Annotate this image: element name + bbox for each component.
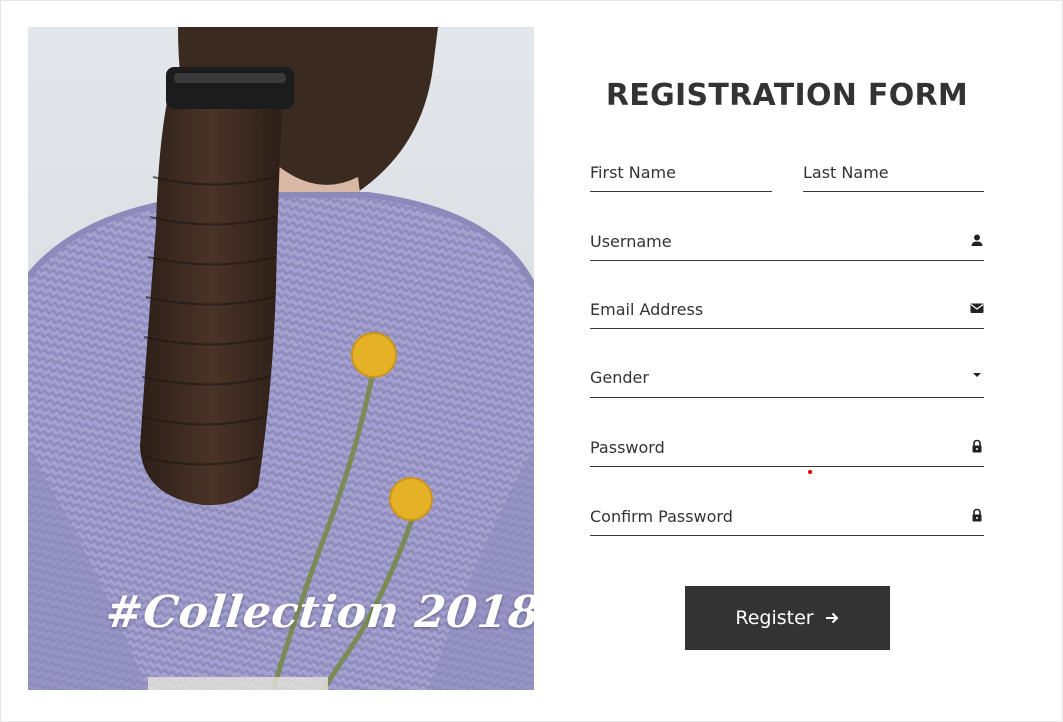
gender-select[interactable]: Gender	[590, 360, 984, 398]
last-name-input[interactable]	[803, 154, 984, 190]
lock-icon	[970, 508, 984, 522]
collection-photo: #Collection 2018	[28, 27, 534, 690]
confirm-password-field	[590, 498, 984, 536]
gender-select-value[interactable]: Gender	[590, 360, 984, 396]
caret-down-icon	[970, 368, 984, 382]
first-name-input[interactable]	[590, 154, 772, 190]
form-title: REGISTRATION FORM	[605, 78, 969, 113]
validation-dot	[808, 470, 812, 474]
user-icon	[970, 233, 984, 247]
confirm-password-input[interactable]	[590, 498, 984, 534]
password-input[interactable]	[590, 429, 984, 465]
email-field	[590, 291, 984, 329]
register-button[interactable]: Register	[685, 586, 890, 650]
page-frame: #Collection 2018 REGISTRATION FORM Gende…	[0, 0, 1063, 722]
registration-form: REGISTRATION FORM Gender	[590, 71, 984, 650]
first-name-field	[590, 154, 772, 192]
arrow-right-icon	[824, 610, 840, 626]
lock-icon	[970, 439, 984, 453]
username-input[interactable]	[590, 223, 984, 259]
register-button-label: Register	[735, 607, 814, 629]
last-name-field	[803, 154, 984, 192]
username-field	[590, 223, 984, 261]
mail-icon	[970, 301, 984, 315]
password-field	[590, 429, 984, 467]
email-input[interactable]	[590, 291, 984, 327]
collection-caption: #Collection 2018	[103, 587, 534, 638]
